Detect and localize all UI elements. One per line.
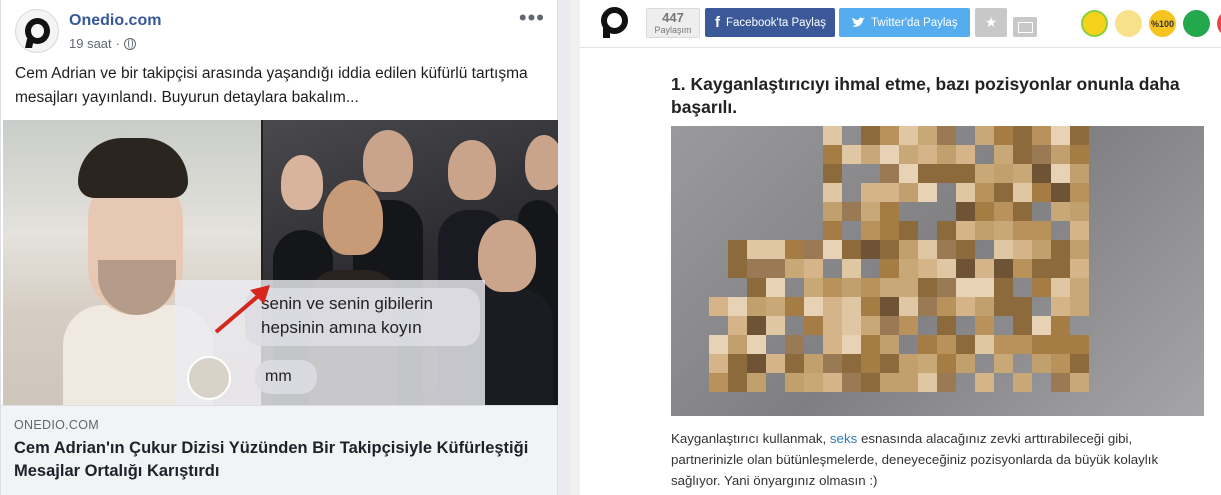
facebook-share-button[interactable]: f Facebook'ta Paylaş: [705, 8, 835, 37]
article-paragraph: Kayganlaştırıcı kullanmak, seks esnasınd…: [671, 428, 1201, 491]
red-arrow-icon: [214, 285, 270, 334]
pixelated-article-image: [671, 126, 1204, 416]
chat-message-bubble: senin ve senin gibilerin hepsinin amına …: [245, 288, 480, 346]
reaction-badge-3[interactable]: %100: [1149, 10, 1176, 37]
link-domain: ONEDIO.COM: [14, 418, 99, 432]
facebook-post-panel: Onedio.com 19 saat · ••• Cem Adrian ve b…: [0, 0, 570, 495]
seks-link[interactable]: seks: [830, 431, 857, 446]
globe-icon: [124, 37, 136, 50]
share-count-label: Paylaşım: [654, 25, 692, 35]
chat-line-1: senin ve senin gibilerin: [261, 294, 433, 313]
post-header: Onedio.com 19 saat · •••: [15, 7, 545, 55]
chat-avatar: [187, 356, 231, 400]
chat-line-2: hepsinin amına koyın: [261, 318, 422, 337]
twitter-share-label: Twitter'da Paylaş: [871, 16, 958, 29]
onedio-article-panel: 447 Paylaşım f Facebook'ta Paylaş Twitte…: [580, 0, 1221, 495]
reaction-badges: %100: [1081, 10, 1221, 37]
meta-separator: ·: [115, 36, 120, 51]
article-heading: 1. Kayganlaştırıcıyı ihmal etme, bazı po…: [671, 74, 1180, 117]
screenshot-root: Onedio.com 19 saat · ••• Cem Adrian ve b…: [0, 0, 1221, 495]
twitter-share-button[interactable]: Twitter'da Paylaş: [839, 8, 970, 37]
mail-icon[interactable]: [1013, 17, 1037, 37]
reaction-badge-5[interactable]: [1217, 10, 1221, 37]
panel-divider: [570, 0, 580, 495]
post-text: Cem Adrian ve bir takipçisi arasında yaş…: [15, 65, 528, 106]
chat-reply-bubble: mm: [255, 360, 317, 394]
post-link-image[interactable]: senin ve senin gibilerin hepsinin amına …: [3, 120, 558, 405]
page-name-link[interactable]: Onedio.com: [69, 12, 161, 30]
more-options-button[interactable]: •••: [519, 7, 545, 29]
share-count: 447: [662, 10, 684, 25]
page-avatar[interactable]: [15, 9, 59, 53]
share-count-badge: 447 Paylaşım: [646, 8, 700, 38]
reaction-badge-2[interactable]: [1115, 10, 1142, 37]
share-toolbar: 447 Paylaşım f Facebook'ta Paylaş Twitte…: [580, 0, 1221, 48]
paragraph-text-start: Kayganlaştırıcı kullanmak,: [671, 431, 830, 446]
twitter-icon: [852, 17, 865, 27]
post-time[interactable]: 19 saat: [69, 36, 112, 51]
link-title[interactable]: Cem Adrian'ın Çukur Dizisi Yüzünden Bir …: [14, 437, 534, 483]
reaction-badge-1[interactable]: [1081, 10, 1108, 37]
facebook-icon: f: [715, 14, 720, 31]
onedio-logo-icon[interactable]: [600, 7, 630, 39]
link-preview-footer[interactable]: ONEDIO.COM Cem Adrian'ın Çukur Dizisi Yü…: [1, 405, 557, 495]
facebook-post-card: Onedio.com 19 saat · ••• Cem Adrian ve b…: [0, 0, 558, 495]
post-meta: 19 saat ·: [69, 36, 136, 51]
star-icon[interactable]: ★: [975, 8, 1007, 37]
reaction-badge-4[interactable]: [1183, 10, 1210, 37]
facebook-share-label: Facebook'ta Paylaş: [726, 16, 827, 29]
